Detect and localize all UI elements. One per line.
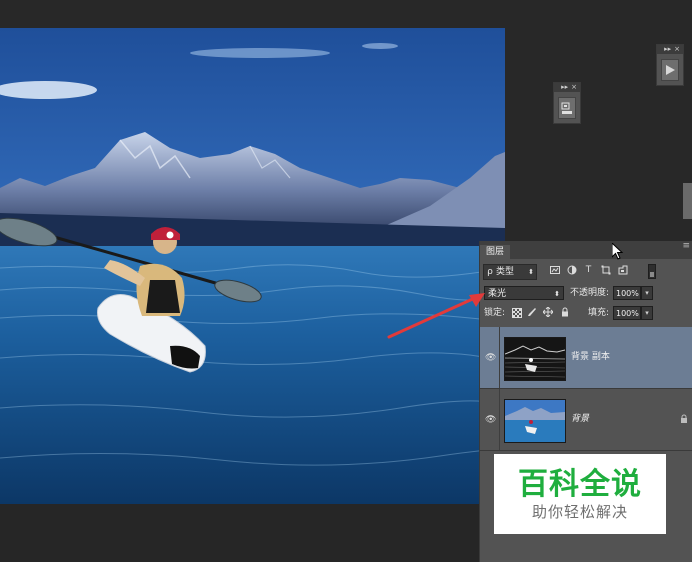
layer-filter-row: ρ 类型 ⬍ T: [480, 264, 692, 280]
image-filter-icon[interactable]: [549, 265, 560, 276]
layer-thumbnail: [504, 399, 566, 443]
actions-mini-panel: ▸▸ ×: [656, 44, 684, 86]
layer-row-background-copy[interactable]: 👁 背景 副本: [480, 327, 692, 389]
lock-row: 锁定: 填充: 100% ▾: [480, 306, 692, 322]
watermark-logo: 百科全说 助你轻松解决: [494, 454, 666, 534]
layer-name[interactable]: 背景 副本: [571, 351, 610, 363]
lock-transparent-pixels-icon[interactable]: [512, 308, 522, 318]
photoshop-workspace: ▸▸ × ▸▸ × 图层 ≡ ρ 类型 ⬍ T 柔光 ⬍ 不透明度: 100% …: [0, 0, 692, 562]
eye-icon[interactable]: 👁: [485, 415, 496, 425]
eye-icon[interactable]: 👁: [485, 353, 496, 363]
layer-row-background[interactable]: 👁 背景: [480, 389, 692, 451]
opacity-label: 不透明度:: [570, 288, 610, 298]
mini-panel-header: ▸▸ ×: [554, 83, 580, 92]
collapse-icon[interactable]: ▸▸: [561, 83, 568, 92]
layer-thumbnail: [504, 337, 566, 381]
workspace-area: [0, 504, 480, 562]
blend-mode-value: 柔光: [488, 289, 507, 299]
tool-preset-mini-panel: ▸▸ ×: [553, 82, 581, 124]
close-icon[interactable]: ×: [571, 83, 577, 92]
smart-object-filter-icon[interactable]: [617, 265, 628, 276]
search-icon: ρ: [487, 267, 493, 277]
chevron-updown-icon: ⬍: [554, 290, 560, 298]
blend-mode-row: 柔光 ⬍ 不透明度: 100% ▾: [480, 286, 692, 302]
opacity-dropdown-icon[interactable]: ▾: [641, 286, 653, 300]
lock-label: 锁定:: [484, 308, 506, 318]
tool-preset-icon[interactable]: [558, 97, 576, 119]
collapse-icon[interactable]: ▸▸: [664, 45, 671, 54]
fill-dropdown-icon[interactable]: ▾: [641, 306, 653, 320]
chevron-updown-icon: ⬍: [528, 268, 534, 276]
blend-mode-select[interactable]: 柔光 ⬍: [484, 286, 564, 300]
tab-layers[interactable]: 图层: [480, 245, 511, 259]
filter-toggle-switch[interactable]: [648, 264, 656, 279]
layer-name[interactable]: 背景: [571, 413, 589, 425]
panel-scrollbar[interactable]: [683, 183, 692, 219]
type-filter-icon[interactable]: T: [583, 265, 594, 276]
shape-filter-icon[interactable]: [600, 265, 611, 276]
lock-all-icon[interactable]: [559, 307, 570, 318]
lock-position-icon[interactable]: [542, 306, 553, 318]
filter-kind-label: 类型: [496, 267, 515, 277]
lock-icon: [680, 414, 688, 426]
fill-input[interactable]: 100%: [613, 306, 641, 320]
document-canvas[interactable]: [0, 28, 505, 504]
mini-panel-header: ▸▸ ×: [657, 45, 683, 54]
fill-label: 填充:: [588, 308, 610, 318]
canvas-image: [0, 28, 505, 504]
play-icon[interactable]: [661, 59, 679, 81]
panel-menu-icon[interactable]: ≡: [682, 241, 690, 251]
close-icon[interactable]: ×: [674, 45, 680, 54]
visibility-column-divider: [499, 389, 500, 450]
layer-kind-filter[interactable]: ρ 类型 ⬍: [483, 264, 537, 280]
watermark-subtitle: 助你轻松解决: [531, 503, 628, 521]
visibility-column-divider: [499, 327, 500, 388]
opacity-input[interactable]: 100%: [613, 286, 641, 300]
mouse-cursor-icon: [612, 243, 624, 260]
adjustment-filter-icon[interactable]: [566, 265, 577, 276]
lock-image-pixels-icon[interactable]: [526, 307, 537, 318]
layers-tab-bar: 图层 ≡: [480, 241, 692, 259]
watermark-title: 百科全说: [518, 467, 642, 502]
